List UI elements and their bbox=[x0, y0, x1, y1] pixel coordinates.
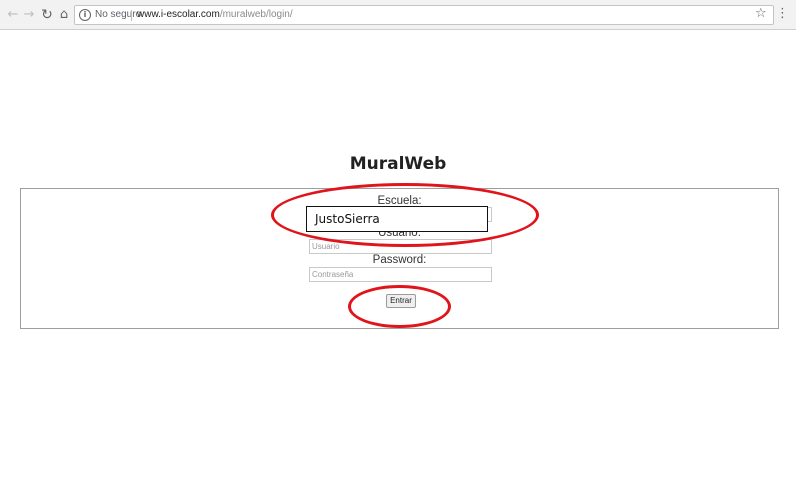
url-path: /muralweb/login/ bbox=[219, 9, 293, 20]
password-input[interactable] bbox=[309, 267, 492, 282]
submit-button[interactable]: Entrar bbox=[386, 294, 416, 308]
security-label[interactable]: No seguro bbox=[95, 9, 141, 20]
arrow-left-icon[interactable]: ← bbox=[6, 7, 20, 23]
home-icon[interactable]: ⌂ bbox=[57, 7, 71, 23]
more-vert-icon[interactable]: ⋮ bbox=[776, 6, 789, 22]
url-host: www.i-escolar.com bbox=[137, 9, 220, 20]
info-icon[interactable]: i bbox=[79, 9, 91, 21]
browser-toolbar: ← → ↻ ⌂ i No seguro www.i-escolar.com/mu… bbox=[0, 0, 796, 30]
password-label: Password: bbox=[372, 254, 427, 266]
page-title: MuralWeb bbox=[349, 154, 447, 174]
reload-icon[interactable]: ↻ bbox=[40, 7, 54, 23]
arrow-right-icon[interactable]: → bbox=[22, 7, 36, 23]
address-divider bbox=[131, 10, 132, 21]
url-text[interactable]: www.i-escolar.com/muralweb/login/ bbox=[137, 9, 293, 20]
user-input[interactable] bbox=[309, 239, 492, 254]
address-bar[interactable]: i No seguro www.i-escolar.com/muralweb/l… bbox=[74, 5, 774, 25]
star-icon[interactable]: ☆ bbox=[755, 6, 767, 22]
school-value-callout: JustoSierra bbox=[306, 206, 488, 232]
